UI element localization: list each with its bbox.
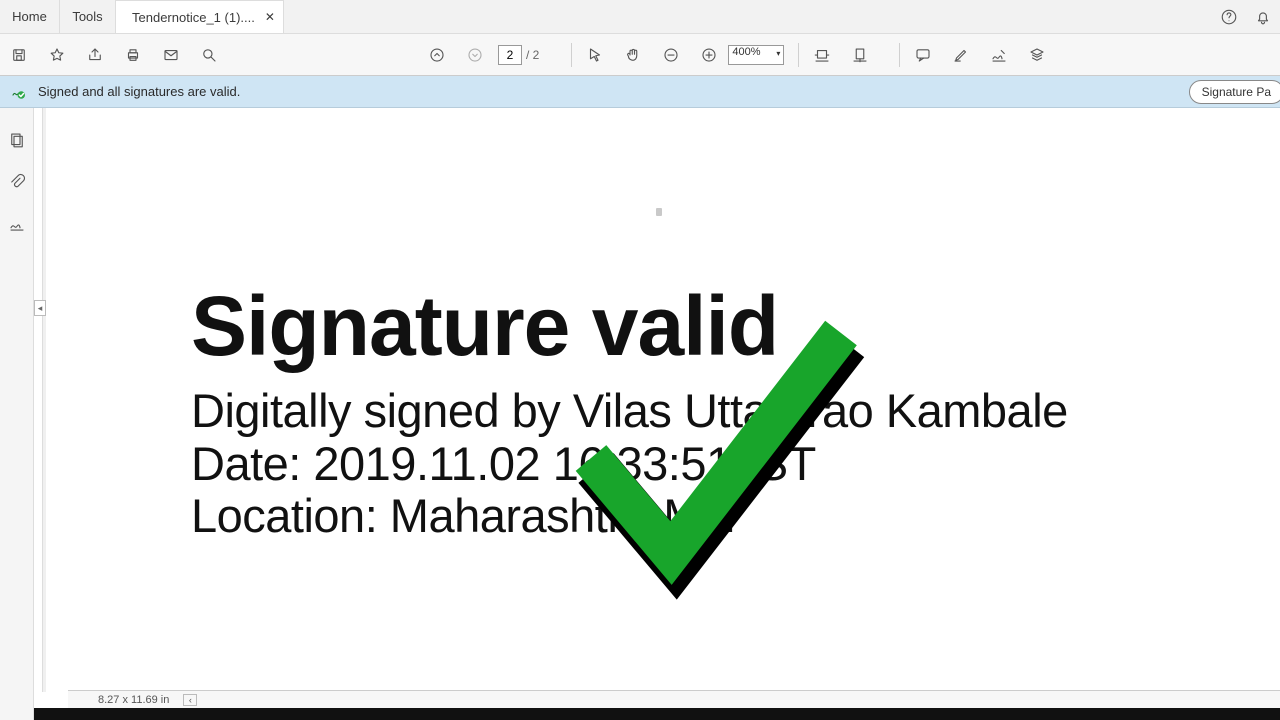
sign-icon[interactable]	[980, 34, 1018, 76]
signature-block[interactable]: Signature valid Digitally signed by Vila…	[191, 278, 1280, 543]
comment-icon[interactable]	[904, 34, 942, 76]
signature-banner: Signed and all signatures are valid. Sig…	[0, 76, 1280, 108]
taskbar-strip	[34, 708, 1280, 720]
toolbar: / 2 400%▾	[0, 34, 1280, 76]
hscroll-left[interactable]: ‹	[183, 694, 197, 706]
tab-document[interactable]: Tendernotice_1 (1).... ✕	[116, 0, 284, 33]
status-bar: 8.27 x 11.69 in ‹	[68, 690, 1280, 708]
bell-icon[interactable]	[1246, 0, 1280, 34]
highlight-icon[interactable]	[942, 34, 980, 76]
search-icon[interactable]	[190, 34, 228, 76]
email-icon[interactable]	[152, 34, 190, 76]
signature-title: Signature valid	[191, 278, 1280, 375]
page-up-icon[interactable]	[418, 34, 456, 76]
page-number-input[interactable]	[498, 45, 522, 65]
signatures-panel-icon[interactable]	[7, 214, 27, 234]
save-icon[interactable]	[0, 34, 38, 76]
print-icon[interactable]	[114, 34, 152, 76]
attachments-icon[interactable]	[7, 172, 27, 192]
signed-by-line: Digitally signed by Vilas Uttamrao Kamba…	[191, 385, 1280, 438]
tab-document-label: Tendernotice_1 (1)....	[132, 10, 255, 25]
page-down-icon[interactable]	[456, 34, 494, 76]
tab-strip: Home Tools Tendernotice_1 (1).... ✕	[0, 0, 1280, 34]
location-line: Location: Maharashtra-MH	[191, 490, 1280, 543]
divider	[798, 43, 799, 67]
zoom-value: 400%	[732, 46, 760, 58]
help-icon[interactable]	[1212, 0, 1246, 34]
close-tab-icon[interactable]: ✕	[265, 10, 275, 24]
date-line: Date: 2019.11.02 16:33:51 IST	[191, 438, 1280, 491]
thumbnails-icon[interactable]	[7, 130, 27, 150]
tab-home[interactable]: Home	[0, 0, 60, 33]
stamp-icon[interactable]	[1018, 34, 1056, 76]
zoom-select[interactable]: 400%▾	[728, 45, 784, 65]
signature-valid-icon	[8, 81, 30, 103]
zoom-out-icon[interactable]	[652, 34, 690, 76]
left-rail	[0, 108, 34, 720]
page-total: / 2	[526, 48, 539, 62]
zoom-in-icon[interactable]	[690, 34, 728, 76]
hand-tool-icon[interactable]	[614, 34, 652, 76]
document-viewport[interactable]: Signature valid Digitally signed by Vila…	[46, 108, 1280, 692]
divider	[571, 43, 572, 67]
rail-collapse-icon[interactable]: ◂	[34, 300, 46, 316]
fit-width-icon[interactable]	[803, 34, 841, 76]
tab-tools[interactable]: Tools	[60, 0, 116, 33]
page-dimensions: 8.27 x 11.69 in	[98, 694, 169, 706]
share-icon[interactable]	[76, 34, 114, 76]
signature-banner-text: Signed and all signatures are valid.	[38, 84, 240, 99]
divider	[899, 43, 900, 67]
select-tool-icon[interactable]	[576, 34, 614, 76]
signature-panel-button[interactable]: Signature Pa	[1189, 80, 1280, 104]
artifact	[656, 208, 662, 216]
star-icon[interactable]	[38, 34, 76, 76]
fit-page-icon[interactable]	[841, 34, 879, 76]
work-area: Signature valid Digitally signed by Vila…	[0, 108, 1280, 720]
